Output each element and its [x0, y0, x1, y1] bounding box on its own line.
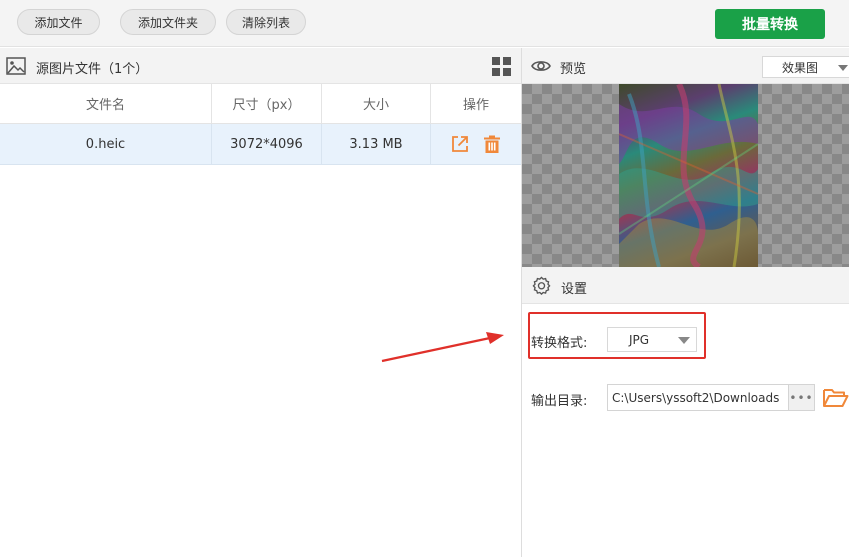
folder-open-icon[interactable]	[822, 386, 849, 410]
output-directory-label: 输出目录:	[531, 394, 588, 409]
source-files-title: 源图片文件（1个）	[36, 62, 149, 77]
preview-canvas	[522, 84, 849, 267]
image-icon	[6, 57, 26, 75]
row-filename: 0.heic	[0, 124, 212, 164]
column-header-actions: 操作	[462, 98, 489, 113]
column-header-file-size: 大小	[322, 84, 431, 123]
preview-mode-select[interactable]: 效果图	[762, 56, 849, 78]
add-file-button[interactable]: 添加文件	[17, 9, 100, 35]
eye-icon	[531, 61, 551, 71]
chevron-down-icon	[838, 65, 848, 71]
add-folder-button[interactable]: 添加文件夹	[120, 9, 216, 35]
batch-convert-button[interactable]: 批量转换	[715, 9, 825, 39]
grid-view-icon[interactable]	[492, 57, 511, 76]
preview-image-graphic	[619, 84, 758, 267]
settings-header: 设置	[522, 267, 849, 304]
preview-mode-value: 效果图	[782, 60, 819, 75]
column-header-filename: 文件名	[0, 84, 212, 123]
source-files-panel: 源图片文件（1个） 文件名 尺寸（px） 大小 操作 0.heic 3072*4…	[0, 48, 521, 557]
row-actions	[431, 124, 521, 164]
column-header-size-px: 尺寸（px）	[212, 84, 322, 123]
format-label: 转换格式:	[531, 336, 588, 351]
row-size-px: 3072*4096	[212, 124, 322, 164]
open-external-icon[interactable]	[450, 134, 470, 154]
file-table: 文件名 尺寸（px） 大小 操作 0.heic 3072*4096 3.13 M…	[0, 84, 521, 165]
right-panel: 预览 效果图 设置 转换格式: JPG 输出目录: C:\Users\yssof…	[522, 48, 849, 557]
clear-list-button[interactable]: 清除列表	[226, 9, 306, 35]
chevron-down-icon	[678, 337, 690, 344]
format-select-value: JPG	[629, 332, 650, 347]
annotation-arrow	[381, 332, 504, 363]
preview-image	[619, 84, 758, 267]
gear-icon	[532, 276, 551, 295]
table-row[interactable]: 0.heic 3072*4096 3.13 MB	[0, 124, 521, 165]
toolbar: 添加文件 添加文件夹 清除列表 批量转换	[0, 0, 849, 47]
delete-icon[interactable]	[482, 134, 502, 154]
format-select[interactable]: JPG	[607, 327, 697, 352]
settings-title: 设置	[561, 282, 588, 297]
preview-title: 预览	[560, 62, 587, 77]
output-directory-input[interactable]	[607, 384, 788, 411]
row-file-size: 3.13 MB	[322, 124, 431, 164]
preview-header: 预览 效果图	[522, 48, 849, 84]
table-header: 文件名 尺寸（px） 大小 操作	[0, 84, 521, 124]
browse-more-button[interactable]: •••	[788, 384, 815, 411]
source-files-header: 源图片文件（1个）	[0, 48, 521, 84]
app-window: 添加文件 添加文件夹 清除列表 批量转换 源图片文件（1个） 文件名 尺寸（px…	[0, 0, 849, 557]
